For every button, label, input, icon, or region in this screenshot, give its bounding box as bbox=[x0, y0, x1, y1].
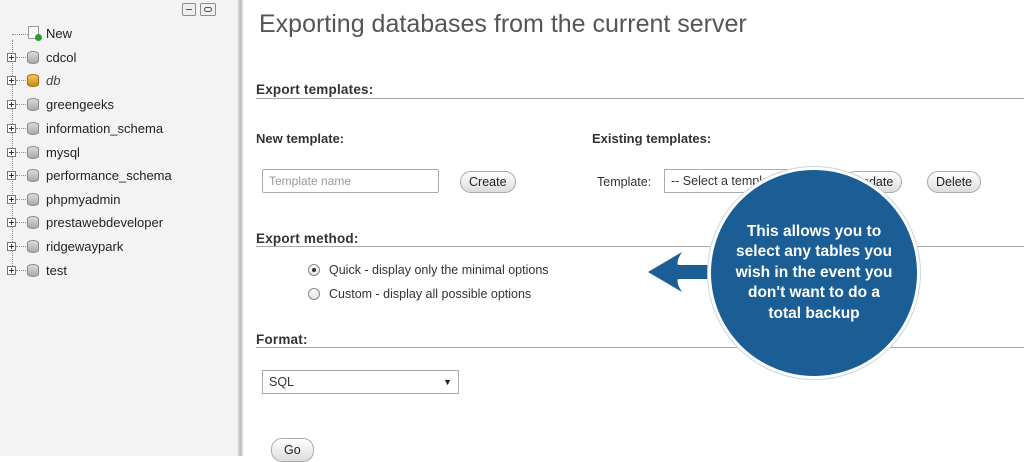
database-icon bbox=[27, 51, 39, 64]
link-with-main-panel-icon[interactable] bbox=[200, 3, 216, 16]
expand-icon[interactable] bbox=[7, 124, 16, 133]
sidebar-item-label: New bbox=[46, 26, 73, 41]
sidebar-item-cdcol[interactable]: cdcol bbox=[0, 48, 238, 68]
sidebar-item-label: cdcol bbox=[46, 50, 77, 65]
sidebar-item-prestawebdeveloper[interactable]: prestawebdeveloper bbox=[0, 213, 238, 233]
collapse-all-icon[interactable] bbox=[182, 3, 196, 16]
go-button[interactable]: Go bbox=[271, 438, 314, 462]
annotation-callout: This allows you to select any tables you… bbox=[708, 167, 920, 379]
export-method-heading: Export method: bbox=[256, 231, 359, 246]
sidebar-item-greengeeks[interactable]: greengeeks bbox=[0, 95, 238, 115]
format-select-value: SQL bbox=[269, 375, 295, 389]
database-icon bbox=[27, 98, 39, 111]
expand-icon[interactable] bbox=[7, 53, 16, 62]
radio-label: Quick - display only the minimal options bbox=[329, 263, 549, 277]
sidebar-item-mysql[interactable]: mysql bbox=[0, 143, 238, 163]
sidebar-item-label: prestawebdeveloper bbox=[46, 215, 164, 230]
expand-icon[interactable] bbox=[7, 76, 16, 85]
format-heading: Format: bbox=[256, 332, 308, 347]
tree-branch bbox=[16, 199, 26, 200]
expand-icon[interactable] bbox=[7, 171, 16, 180]
tree-branch bbox=[16, 222, 26, 223]
export-templates-heading: Export templates: bbox=[256, 82, 374, 97]
create-template-button[interactable]: Create bbox=[460, 171, 516, 193]
database-icon bbox=[27, 74, 39, 87]
callout-text: This allows you to select any tables you… bbox=[735, 222, 893, 322]
tree-branch bbox=[16, 128, 26, 129]
database-icon bbox=[27, 122, 39, 135]
tree-branch bbox=[16, 270, 26, 271]
tree-branch bbox=[16, 57, 26, 58]
sidebar-item-test[interactable]: test bbox=[0, 261, 238, 281]
tree-branch bbox=[16, 104, 26, 105]
radio-button[interactable] bbox=[308, 264, 320, 276]
sidebar-item-label: phpmyadmin bbox=[46, 192, 121, 207]
radio-label: Custom - display all possible options bbox=[329, 287, 532, 301]
database-icon bbox=[27, 169, 39, 182]
sidebar-item-performance-schema[interactable]: performance_schema bbox=[0, 166, 238, 186]
sidebar-item-label: ridgewaypark bbox=[46, 239, 124, 254]
radio-button[interactable] bbox=[308, 288, 320, 300]
expand-icon[interactable] bbox=[7, 100, 16, 109]
existing-templates-heading: Existing templates: bbox=[592, 131, 712, 146]
expand-icon[interactable] bbox=[7, 148, 16, 157]
database-icon bbox=[27, 193, 39, 206]
database-icon bbox=[27, 216, 39, 229]
expand-icon[interactable] bbox=[7, 218, 16, 227]
sidebar-item-information-schema[interactable]: information_schema bbox=[0, 119, 238, 139]
sidebar-item-label: db bbox=[46, 73, 61, 88]
database-icon bbox=[27, 240, 39, 253]
tree-branch bbox=[16, 80, 26, 81]
tree-branch bbox=[16, 246, 26, 247]
divider bbox=[256, 98, 1024, 99]
delete-template-button[interactable]: Delete bbox=[927, 171, 982, 193]
sidebar-item-new[interactable]: New bbox=[0, 24, 238, 44]
sidebar-item-ridgewaypark[interactable]: ridgewaypark bbox=[0, 237, 238, 257]
sidebar-item-label: performance_schema bbox=[46, 168, 172, 183]
expand-icon[interactable] bbox=[7, 242, 16, 251]
format-select[interactable]: SQL ▼ bbox=[262, 370, 459, 394]
callout-arrow-icon bbox=[648, 252, 712, 292]
expand-icon[interactable] bbox=[7, 266, 16, 275]
new-database-icon bbox=[28, 26, 42, 41]
template-name-input[interactable] bbox=[262, 169, 439, 193]
new-template-heading: New template: bbox=[256, 131, 345, 146]
page-title: Exporting databases from the current ser… bbox=[259, 10, 747, 38]
sidebar-item-label: test bbox=[46, 263, 67, 278]
database-icon bbox=[27, 146, 39, 159]
database-icon bbox=[27, 264, 39, 277]
expand-icon[interactable] bbox=[7, 195, 16, 204]
navigation-sidebar: New cdcol db greengeeks information_sche… bbox=[0, 0, 238, 456]
sidebar-item-phpmyadmin[interactable]: phpmyadmin bbox=[0, 190, 238, 210]
tree-branch bbox=[16, 175, 26, 176]
sidebar-item-db[interactable]: db bbox=[0, 71, 238, 91]
tree-branch bbox=[16, 152, 26, 153]
sidebar-item-label: mysql bbox=[46, 145, 80, 160]
template-label: Template: bbox=[597, 175, 652, 189]
sidebar-item-label: information_schema bbox=[46, 121, 164, 136]
divider bbox=[256, 347, 1024, 348]
sidebar-item-label: greengeeks bbox=[46, 97, 114, 112]
dropdown-arrow-icon: ▼ bbox=[443, 377, 452, 387]
